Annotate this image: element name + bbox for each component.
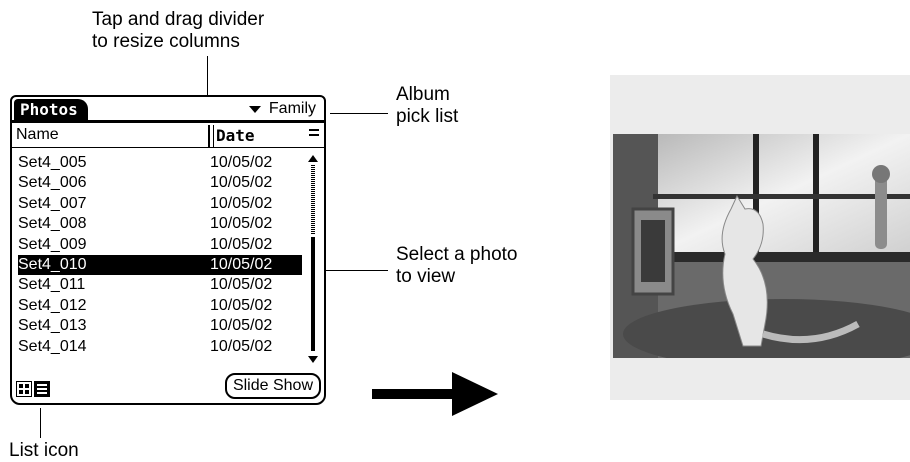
list-item-date: 10/05/02 <box>210 276 273 294</box>
list-item-date: 10/05/02 <box>210 215 273 233</box>
list-item[interactable]: Set4_005 10/05/02 <box>18 153 302 173</box>
dropdown-triangle-icon <box>248 105 261 113</box>
date-column-header[interactable]: Date <box>216 126 255 145</box>
callout-album-leader <box>330 113 388 114</box>
callout-select-line1: Select a photo <box>396 244 518 265</box>
list-item-name: Set4_013 <box>18 317 87 335</box>
list-item-date: 10/05/02 <box>210 296 273 314</box>
callout-album-line1: Album <box>396 84 450 105</box>
callout-album-line2: pick list <box>396 106 459 127</box>
scroll-down-icon[interactable] <box>308 356 318 363</box>
photos-app-screen: Photos Family Name Date Set4_005 10/05/02… <box>10 95 326 405</box>
list-item-name: Set4_006 <box>18 174 87 192</box>
thumbnail-view-icon[interactable] <box>16 381 32 397</box>
list-item-name: Set4_011 <box>18 276 86 294</box>
slide-show-button[interactable]: Slide Show <box>224 373 321 399</box>
list-item-date: 10/05/02 <box>210 174 273 192</box>
scroll-track[interactable] <box>311 164 315 234</box>
list-item[interactable]: Set4_011 10/05/02 <box>18 275 302 295</box>
app-title-tab[interactable]: Photos <box>14 99 88 120</box>
list-item-name: Set4_009 <box>18 235 87 253</box>
arrow-shaft <box>372 389 454 399</box>
callout-divider-line2: to resize columns <box>92 31 240 52</box>
arrow-head <box>452 372 498 416</box>
view-mode-toggle <box>16 381 50 397</box>
title-bar-rule <box>12 120 324 123</box>
list-item-date: 10/05/02 <box>210 317 273 335</box>
list-item-name: Set4_012 <box>18 296 87 314</box>
list-item[interactable]: Set4_009 10/05/02 <box>18 235 302 255</box>
list-item-date: 10/05/02 <box>210 194 273 212</box>
list-item-name: Set4_007 <box>18 194 87 212</box>
column-header-row: Name Date <box>12 125 324 148</box>
list-item[interactable]: Set4_006 10/05/02 <box>18 173 302 193</box>
list-item[interactable]: Set4_012 10/05/02 <box>18 296 302 316</box>
list-item-date: 10/05/02 <box>210 235 273 253</box>
list-item-name: Set4_005 <box>18 154 87 171</box>
album-pick-list[interactable]: Family <box>248 99 316 119</box>
callout-divider-line1: Tap and drag divider <box>92 9 265 30</box>
album-pick-list-value: Family <box>268 100 316 117</box>
list-item[interactable]: Set4_008 10/05/02 <box>18 214 302 234</box>
callout-list-icon: List icon <box>9 440 79 461</box>
list-view-icon[interactable] <box>34 381 50 397</box>
callout-select: Select a photo to view <box>396 244 517 288</box>
list-item-date: 10/05/02 <box>210 337 273 355</box>
callout-select-line2: to view <box>396 266 456 287</box>
callout-album: Album pick list <box>396 84 458 128</box>
list-item-name: Set4_010 <box>18 255 87 273</box>
list-item-name: Set4_014 <box>18 337 87 355</box>
list-item-date: 10/05/02 <box>210 255 273 273</box>
list-item[interactable]: Set4_007 10/05/02 <box>18 194 302 214</box>
photo-list: Set4_005 10/05/02 Set4_006 10/05/02 Set4_007… <box>18 153 302 357</box>
list-item[interactable]: Set4_014 10/05/02 <box>18 337 302 357</box>
list-item-date: 10/05/02 <box>210 154 273 171</box>
cat-photo <box>613 134 910 358</box>
scrollbar[interactable] <box>308 155 318 363</box>
list-item[interactable]: Set4_013 10/05/02 <box>18 316 302 336</box>
list-item[interactable]: Set4_010 10/05/02 <box>18 254 302 276</box>
callout-divider: Tap and drag divider to resize columns <box>92 9 264 53</box>
scroll-thumb[interactable] <box>311 237 315 351</box>
name-column-header[interactable]: Name <box>16 126 59 144</box>
list-item-name: Set4_008 <box>18 215 87 233</box>
scroll-up-icon[interactable] <box>308 155 318 162</box>
callout-list-icon-leader <box>40 408 41 438</box>
column-divider[interactable] <box>208 125 214 147</box>
sort-options-icon[interactable] <box>309 129 319 139</box>
